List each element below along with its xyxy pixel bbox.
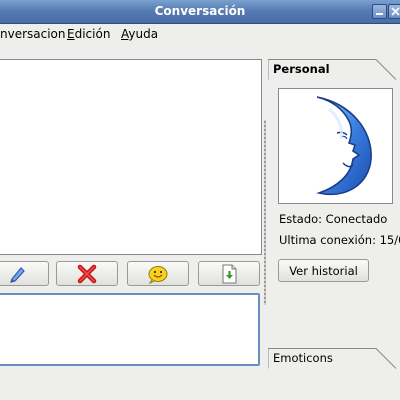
view-history-button[interactable]: Ver historial (278, 259, 369, 282)
avatar (278, 88, 393, 204)
tab-emoticons[interactable]: Emoticons (268, 348, 400, 369)
menu-ayuda-label: yuda (128, 27, 159, 41)
delete-x-icon (77, 264, 97, 283)
tab-emoticons-label: Emoticons (273, 351, 333, 365)
chat-log[interactable] (0, 59, 262, 255)
pencil-icon (10, 266, 25, 283)
status-text: Estado: Conectado (279, 212, 388, 226)
send-file-icon (222, 264, 237, 283)
last-connection-text: Ultima conexión: 15/05, (279, 233, 400, 247)
message-input[interactable] (0, 293, 260, 366)
menu-conversacion[interactable]: nversacion (0, 27, 66, 41)
close-icon[interactable] (388, 4, 400, 19)
menu-bar: nversacion Edición Ayuda (0, 24, 400, 45)
send-file-button[interactable] (198, 261, 260, 286)
minimize-icon[interactable] (372, 4, 387, 19)
menu-edicion-label: dición (74, 27, 111, 41)
moon-icon (316, 96, 372, 196)
pane-splitter[interactable] (264, 120, 266, 305)
title-bar[interactable]: Conversación (0, 0, 400, 24)
emoticon-button[interactable] (127, 261, 189, 286)
menu-conversacion-label: nversacion (0, 27, 66, 41)
tab-personal-label: Personal (273, 62, 330, 76)
menu-edicion-accel: E (67, 27, 75, 41)
menu-ayuda[interactable]: Ayuda (121, 27, 158, 41)
conversation-window: Conversación nversacion Edición Ayuda Pe… (0, 0, 400, 400)
smiley-icon (148, 265, 168, 284)
pencil-button[interactable] (0, 261, 49, 286)
menu-edicion[interactable]: Edición (67, 27, 110, 41)
delete-button[interactable] (56, 261, 118, 286)
tab-personal[interactable]: Personal (268, 59, 400, 80)
window-title: Conversación (154, 4, 246, 18)
